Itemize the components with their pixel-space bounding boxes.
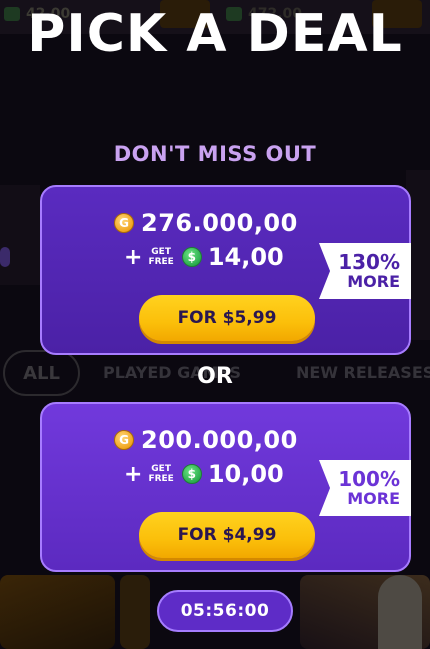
plus-sign: + bbox=[124, 461, 143, 487]
deal-bonus-percent: 130% bbox=[338, 250, 400, 274]
cash-icon: $ bbox=[181, 464, 202, 484]
get-free-bottom: FREE bbox=[148, 257, 174, 267]
coin-icon: G bbox=[114, 213, 134, 233]
deal-coins-amount: 276.000,00 bbox=[141, 209, 298, 237]
deal-bonus-percent: 100% bbox=[338, 467, 400, 491]
page-subtitle: DON'T MISS OUT bbox=[113, 142, 317, 166]
deal-bonus-more: MORE bbox=[347, 272, 400, 291]
background-game-tile bbox=[300, 575, 430, 649]
get-free-label: GET FREE bbox=[148, 464, 173, 484]
deal-card-2: G 200.000,00 + GET FREE $ 10,00 100% MOR… bbox=[40, 402, 411, 572]
deal-bonus-more: MORE bbox=[347, 489, 400, 508]
cash-icon: $ bbox=[181, 247, 202, 267]
buy-deal-2-button[interactable]: FOR $4,99 bbox=[139, 512, 315, 558]
coin-icon: G bbox=[114, 430, 134, 450]
get-free-top: GET bbox=[151, 464, 171, 474]
deal-coins-amount: 200.000,00 bbox=[141, 426, 298, 454]
get-free-top: GET bbox=[151, 247, 171, 257]
background-game-art bbox=[378, 575, 422, 649]
background-game-tile bbox=[0, 575, 115, 649]
page-title: PICK A DEAL bbox=[27, 4, 403, 64]
deal-free-cash-row: + GET FREE $ 14,00 bbox=[124, 243, 284, 271]
or-separator: OR bbox=[197, 364, 233, 389]
deal-cash-amount: 10,00 bbox=[207, 460, 284, 488]
background-game-tile bbox=[120, 575, 150, 649]
offer-countdown-timer: 05:56:00 bbox=[157, 590, 293, 632]
get-free-bottom: FREE bbox=[148, 474, 174, 484]
deal-free-cash-row: + GET FREE $ 10,00 bbox=[124, 460, 284, 488]
deal-card-1: G 276.000,00 + GET FREE $ 14,00 130% MOR… bbox=[40, 185, 411, 355]
deal-bonus-badge: 130% MORE bbox=[319, 243, 411, 299]
background-side-indicator bbox=[0, 247, 10, 267]
deal-cash-amount: 14,00 bbox=[207, 243, 284, 271]
buy-deal-1-button[interactable]: FOR $5,99 bbox=[139, 295, 315, 341]
get-free-label: GET FREE bbox=[148, 247, 173, 267]
background-side-panel bbox=[0, 185, 40, 285]
deal-coins-row: G 276.000,00 bbox=[114, 209, 298, 237]
plus-sign: + bbox=[124, 244, 143, 270]
deal-bonus-badge: 100% MORE bbox=[319, 460, 411, 516]
deal-coins-row: G 200.000,00 bbox=[114, 426, 298, 454]
